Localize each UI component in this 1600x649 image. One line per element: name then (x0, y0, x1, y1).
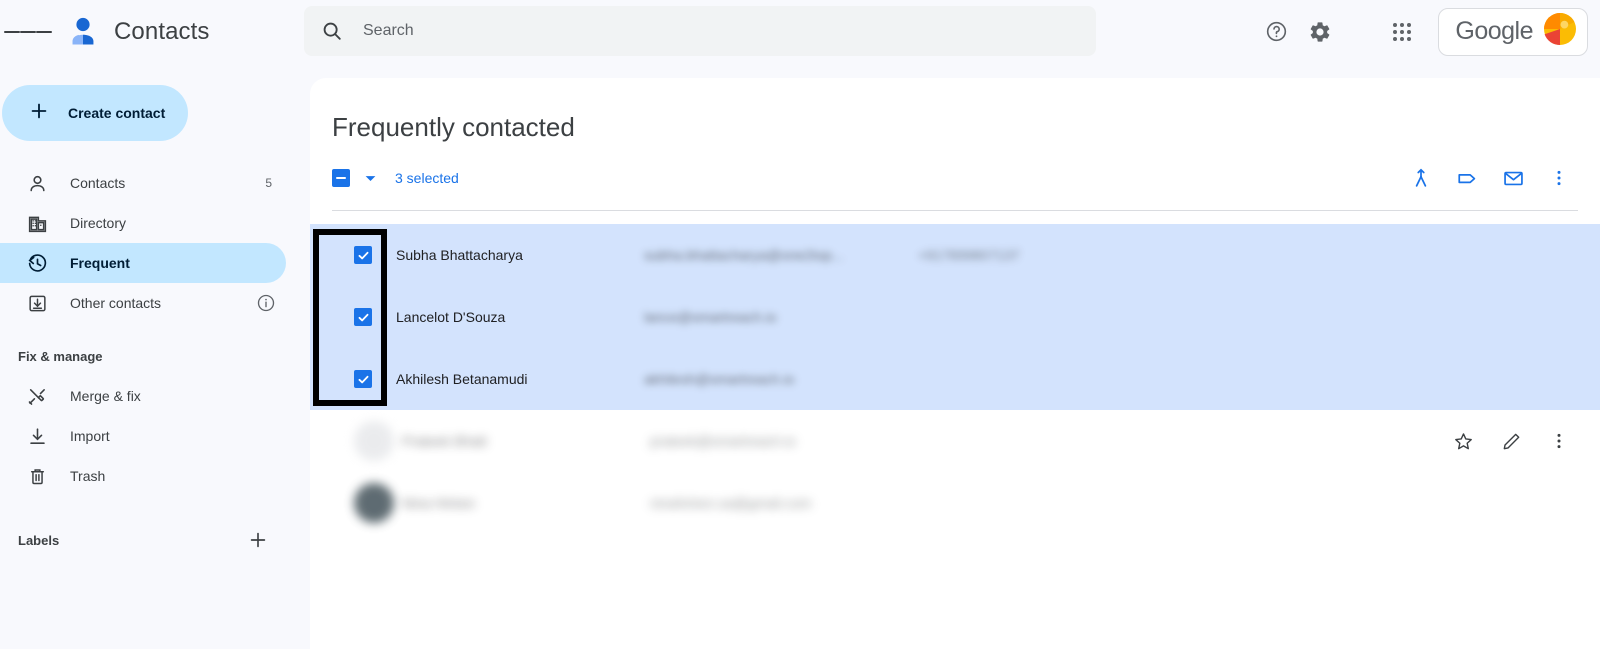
hamburger-menu-icon[interactable] (4, 8, 52, 56)
import-download-icon (26, 425, 48, 447)
hamburger-bar (20, 30, 36, 33)
sidebar-nav: Contacts 5 Directory Frequent Other cont… (0, 163, 304, 323)
sidebar-item-trash[interactable]: Trash (0, 456, 286, 496)
content-heading: Frequently contacted (332, 112, 575, 142)
chevron-down-icon[interactable] (360, 168, 381, 189)
avatar (354, 483, 394, 523)
table-row[interactable]: Lancelot D'Souza lance@smartreach.io (310, 286, 1600, 348)
create-label-button[interactable] (242, 524, 274, 556)
contact-email: ninahinton.sa@gmail.com (650, 495, 812, 511)
building-icon (26, 212, 48, 234)
sidebar-item-label: Merge & fix (70, 388, 141, 404)
create-contact-button[interactable]: Create contact (2, 85, 188, 141)
trash-icon (26, 465, 48, 487)
info-circle-icon[interactable] (256, 293, 276, 313)
merge-icon[interactable] (1406, 163, 1436, 193)
sidebar: Create contact Contacts 5 Directory Freq… (0, 63, 304, 649)
selection-toolbar: 3 selected (332, 155, 1574, 201)
contacts-person-icon (64, 13, 102, 51)
hamburger-bar (4, 30, 20, 33)
person-icon (26, 172, 48, 194)
avatar-initial (354, 483, 394, 523)
sidebar-item-label: Other contacts (70, 295, 162, 311)
google-wordmark: Google (1455, 17, 1533, 45)
page-title: Contacts (114, 17, 210, 45)
sidebar-item-other-contacts[interactable]: Other contacts (0, 283, 286, 323)
contact-name: Lancelot D'Souza (396, 309, 506, 325)
table-row[interactable]: Nina Hinton ninahinton.sa@gmail.com (310, 472, 1600, 534)
app-logo-title[interactable]: Contacts (64, 13, 210, 51)
create-contact-label: Create contact (68, 105, 166, 121)
sidebar-item-label: Trash (70, 468, 106, 484)
sidebar-item-label: Frequent (70, 255, 130, 271)
table-row[interactable]: Prateek Bhatt prateek@smartreach.io (310, 410, 1600, 472)
labels-heading: Labels (18, 532, 60, 548)
contact-email: akhilesh@smartreach.io (644, 371, 795, 387)
contact-name: Akhilesh Betanamudi (396, 371, 528, 387)
indeterminate-dash (336, 177, 346, 179)
row-hover-actions (1448, 426, 1574, 456)
top-app-bar: Contacts Google (0, 0, 1600, 63)
contact-email: subha.bhattacharya@one2top... (644, 247, 844, 263)
row-checkbox[interactable] (354, 308, 372, 326)
sidebar-item-label: Directory (70, 215, 127, 231)
history-clock-icon (26, 252, 48, 274)
google-account-avatar (1543, 12, 1577, 51)
row-checkbox[interactable] (354, 246, 372, 264)
sidebar-item-contacts[interactable]: Contacts 5 (0, 163, 286, 203)
help-circle-icon[interactable] (1254, 10, 1298, 54)
contact-name: Nina Hinton (402, 495, 476, 511)
table-row[interactable]: Subha Bhattacharya subha.bhattacharya@on… (310, 224, 1600, 286)
star-outline-icon[interactable] (1448, 426, 1478, 456)
sidebar-item-merge-fix[interactable]: Merge & fix (0, 376, 286, 416)
sidebar-item-label: Import (70, 428, 110, 444)
contacts-count: 5 (265, 176, 272, 190)
merge-tools-icon (26, 385, 48, 407)
contact-name: Subha Bhattacharya (396, 247, 523, 263)
more-vertical-icon[interactable] (1544, 426, 1574, 456)
sidebar-item-label: Contacts (70, 175, 126, 191)
apps-grid-dots (1393, 22, 1412, 41)
search-input[interactable] (363, 17, 1003, 45)
label-tag-icon[interactable] (1452, 163, 1482, 193)
contact-name: Prateek Bhatt (402, 433, 487, 449)
more-vertical-icon[interactable] (1544, 163, 1574, 193)
envelope-icon[interactable] (1498, 163, 1528, 193)
selected-count-label: 3 selected (395, 170, 459, 186)
grid-apps-icon[interactable] (1380, 10, 1424, 54)
search-bar[interactable] (304, 6, 1096, 56)
pencil-icon[interactable] (1496, 426, 1526, 456)
sidebar-item-import[interactable]: Import (0, 416, 286, 456)
contact-email: prateek@smartreach.io (650, 433, 796, 449)
avatar (354, 421, 394, 461)
contact-email: lance@smartreach.io (644, 309, 777, 325)
gear-icon[interactable] (1298, 10, 1342, 54)
contact-phone: +917899807137 (918, 247, 1020, 263)
top-bar-actions: Google (1254, 0, 1600, 63)
avatar-initial (354, 421, 394, 461)
sidebar-manage-nav: Merge & fix Import Trash (0, 376, 304, 496)
plus-icon (28, 100, 50, 127)
search-icon (321, 20, 343, 42)
table-row[interactable]: Akhilesh Betanamudi akhilesh@smartreach.… (310, 348, 1600, 410)
contacts-list: Subha Bhattacharya subha.bhattacharya@on… (310, 224, 1600, 534)
google-account-chip[interactable]: Google (1438, 7, 1588, 56)
inbox-download-icon (26, 292, 48, 314)
toolbar-divider (332, 210, 1578, 211)
sidebar-item-directory[interactable]: Directory (0, 203, 286, 243)
row-checkbox[interactable] (354, 370, 372, 388)
main-content-card: Frequently contacted 3 selected Subha Bh… (310, 78, 1600, 649)
fix-manage-heading: Fix & manage (18, 349, 103, 364)
select-all-checkbox[interactable] (332, 169, 350, 187)
bulk-actions (1406, 163, 1574, 193)
labels-section: Labels (0, 524, 304, 556)
hamburger-bar (36, 30, 52, 33)
sidebar-item-frequent[interactable]: Frequent (0, 243, 286, 283)
